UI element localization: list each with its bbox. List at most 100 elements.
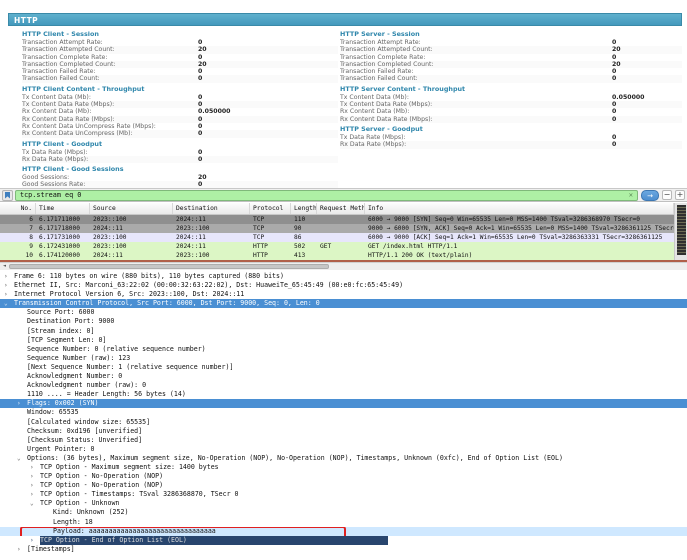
packet-cell	[317, 224, 365, 233]
display-filter-input[interactable]: tcp.stream eq 0 ✕	[15, 190, 638, 201]
detail-row[interactable]: [Next Sequence Number: 1 (relative seque…	[0, 363, 687, 372]
detail-text: Acknowledgment Number: 0	[27, 372, 122, 381]
expander-open-icon[interactable]: ⌄	[17, 454, 21, 463]
detail-text: Transmission Control Protocol, Src Port:…	[14, 299, 320, 308]
filter-clear-icon[interactable]: ✕	[629, 190, 633, 200]
column-header-destination[interactable]: Destination	[173, 203, 250, 214]
column-header-info[interactable]: Info	[365, 203, 674, 214]
detail-row[interactable]: ›Frame 6: 110 bytes on wire (880 bits), …	[0, 272, 687, 281]
stat-value: 20	[612, 46, 621, 53]
detail-row[interactable]: [Stream index: 0]	[0, 327, 687, 336]
detail-row[interactable]: [TCP Segment Len: 0]	[0, 336, 687, 345]
column-header-time[interactable]: Time	[36, 203, 90, 214]
detail-text: Internet Protocol Version 6, Src: 2023::…	[14, 290, 244, 299]
packet-cell: 2023::100	[173, 224, 250, 233]
detail-row[interactable]: Destination Port: 9000	[0, 317, 687, 326]
stat-label: Tx Data Rate (Mbps):	[340, 134, 612, 141]
stat-row: Rx Content Data (Mb):0	[340, 108, 682, 115]
detail-row[interactable]: ›[Timestamps]	[0, 545, 687, 554]
packet-cell: HTTP	[250, 251, 291, 260]
detail-text: Destination Port: 9000	[27, 317, 114, 326]
packet-row[interactable]: 66.1717110002023::1002024::11TCP1106000 …	[0, 215, 674, 224]
stat-value: 0	[612, 75, 616, 82]
detail-row[interactable]: Length: 18	[0, 518, 687, 527]
packet-cell	[317, 251, 365, 260]
expander-closed-icon[interactable]: ›	[30, 536, 34, 545]
detail-row[interactable]: 1110 .... = Header Length: 56 bytes (14)	[0, 390, 687, 399]
filter-plus-button[interactable]: +	[675, 190, 685, 200]
filter-bookmark-button[interactable]	[2, 190, 13, 201]
expander-closed-icon[interactable]: ›	[30, 490, 34, 499]
packet-cell: 9	[0, 242, 36, 251]
column-header-source[interactable]: Source	[90, 203, 173, 214]
detail-row[interactable]: ›TCP Option - No-Operation (NOP)	[0, 472, 687, 481]
detail-row[interactable]: ›TCP Option - End of Option List (EOL)	[0, 536, 687, 545]
detail-row[interactable]: ›TCP Option - Maximum segment size: 1400…	[0, 463, 687, 472]
expander-open-icon[interactable]: ⌄	[30, 499, 34, 508]
column-header-request-method[interactable]: Request Method	[317, 203, 365, 214]
stat-row: Good Sessions:20	[22, 174, 338, 181]
expander-open-icon[interactable]: ⌄	[4, 299, 8, 308]
detail-text: [TCP Segment Len: 0]	[27, 336, 106, 345]
detail-row[interactable]: ⌄TCP Option - Unknown	[0, 499, 687, 508]
detail-row[interactable]: ›Ethernet II, Src: Marconi_63:22:02 (00:…	[0, 281, 687, 290]
hscroll-left-arrow-icon[interactable]: ◄	[0, 263, 9, 270]
expander-closed-icon[interactable]: ›	[17, 545, 21, 554]
detail-row[interactable]: Source Port: 6000	[0, 308, 687, 317]
filter-minus-button[interactable]: −	[662, 190, 672, 200]
expander-closed-icon[interactable]: ›	[4, 290, 8, 299]
packet-row[interactable]: 96.1724310002023::1002024::11HTTP502GETG…	[0, 242, 674, 251]
stat-value: 20	[612, 61, 621, 68]
packet-cell: 2023::100	[90, 215, 173, 224]
column-header-no-[interactable]: No.	[0, 203, 36, 214]
detail-row[interactable]: ›Flags: 0x002 (SYN)	[0, 399, 687, 408]
detail-row[interactable]: Acknowledgment number (raw): 0	[0, 381, 687, 390]
detail-row[interactable]: Window: 65535	[0, 408, 687, 417]
detail-row[interactable]: Acknowledgment Number: 0	[0, 372, 687, 381]
detail-row[interactable]: Sequence Number: 0 (relative sequence nu…	[0, 345, 687, 354]
expander-closed-icon[interactable]: ›	[17, 399, 21, 408]
detail-row[interactable]: Urgent Pointer: 0	[0, 445, 687, 454]
expander-closed-icon[interactable]: ›	[30, 463, 34, 472]
detail-row[interactable]: › Internet Protocol Version 6, Src: 2023:…	[0, 290, 687, 299]
detail-row[interactable]: [Checksum Status: Unverified]	[0, 436, 687, 445]
stats-section-rows: Tx Content Data (Mb):0Tx Content Data Ra…	[22, 94, 338, 138]
detail-row[interactable]: [Calculated window size: 65535]	[0, 418, 687, 427]
detail-row[interactable]: ›TCP Option - No-Operation (NOP)	[0, 481, 687, 490]
stat-row: Rx Data Rate (Mbps):0	[340, 141, 682, 148]
packet-cell: 2023::100	[90, 233, 173, 242]
detail-text: Options: (36 bytes), Maximum segment siz…	[27, 454, 563, 463]
stat-label: Tx Data Rate (Mbps):	[22, 149, 198, 156]
column-header-protocol[interactable]: Protocol	[250, 203, 291, 214]
packet-list-header[interactable]: No.TimeSourceDestinationProtocolLengthRe…	[0, 203, 674, 215]
stat-value: 0	[612, 141, 616, 148]
filter-apply-button[interactable]: →	[641, 190, 659, 201]
stat-label: Transaction Attempted Count:	[22, 46, 198, 53]
detail-text: Sequence Number (raw): 123	[27, 354, 130, 363]
detail-row[interactable]: ⌄ Options: (36 bytes), Maximum segment si…	[0, 454, 687, 463]
hscroll-thumb[interactable]	[9, 264, 329, 269]
detail-row[interactable]: ⌄ Transmission Control Protocol, Src Port…	[0, 299, 687, 308]
packet-row[interactable]: 76.1717180002024::112023::100TCP909000 →…	[0, 224, 674, 233]
packet-list-horizontal-scrollbar[interactable]: ◄	[0, 262, 687, 270]
expander-closed-icon[interactable]: ›	[4, 272, 8, 281]
stat-value: 0	[198, 130, 202, 137]
expander-closed-icon[interactable]: ›	[30, 481, 34, 490]
stat-value: 0	[198, 156, 202, 163]
packet-cell: 2024::11	[90, 251, 173, 260]
detail-text: Window: 65535	[27, 408, 79, 417]
detail-row[interactable]: Checksum: 0xd196 [unverified]	[0, 427, 687, 436]
detail-row[interactable]: Kind: Unknown (252)	[0, 508, 687, 517]
detail-row[interactable]: ›TCP Option - Timestamps: TSval 32863688…	[0, 490, 687, 499]
packet-cell: HTTP/1.1 200 OK (text/plain)	[365, 251, 674, 260]
expander-closed-icon[interactable]: ›	[30, 472, 34, 481]
expander-closed-icon[interactable]: ›	[4, 281, 8, 290]
detail-row[interactable]: Payload: aaaaaaaaaaaaaaaaaaaaaaaaaaaaaaa…	[0, 527, 687, 536]
packet-list-vertical-scrollbar[interactable]	[674, 203, 687, 260]
packet-row[interactable]: 86.1717310002023::1002024::11TCP866000 →…	[0, 233, 674, 242]
stat-row: Transaction Failed Rate:0	[22, 68, 338, 75]
stat-label: Transaction Completed Count:	[22, 61, 198, 68]
column-header-length[interactable]: Length	[291, 203, 317, 214]
packet-row[interactable]: 106.1741200002024::112023::100HTTP413HTT…	[0, 251, 674, 260]
detail-row[interactable]: Sequence Number (raw): 123	[0, 354, 687, 363]
